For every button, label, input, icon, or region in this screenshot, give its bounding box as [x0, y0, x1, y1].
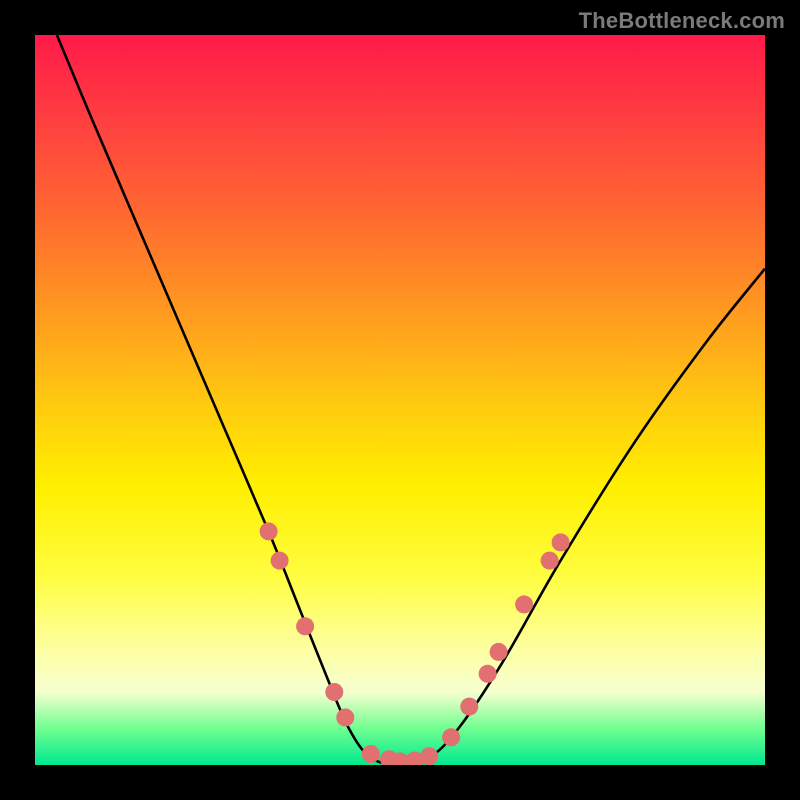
marker-dot	[552, 533, 570, 551]
marker-dot	[362, 745, 380, 763]
plot-area	[35, 35, 765, 765]
marker-group	[260, 522, 570, 765]
marker-dot	[325, 683, 343, 701]
brand-label: TheBottleneck.com	[579, 8, 785, 34]
chart-svg	[35, 35, 765, 765]
marker-dot	[336, 709, 354, 727]
marker-dot	[460, 698, 478, 716]
bottleneck-curve	[57, 35, 765, 765]
marker-dot	[420, 747, 438, 765]
marker-dot	[296, 617, 314, 635]
marker-dot	[541, 552, 559, 570]
marker-dot	[442, 728, 460, 746]
chart-frame: TheBottleneck.com	[0, 0, 800, 800]
marker-dot	[260, 522, 278, 540]
marker-dot	[490, 643, 508, 661]
marker-dot	[479, 665, 497, 683]
marker-dot	[271, 552, 289, 570]
marker-dot	[515, 595, 533, 613]
